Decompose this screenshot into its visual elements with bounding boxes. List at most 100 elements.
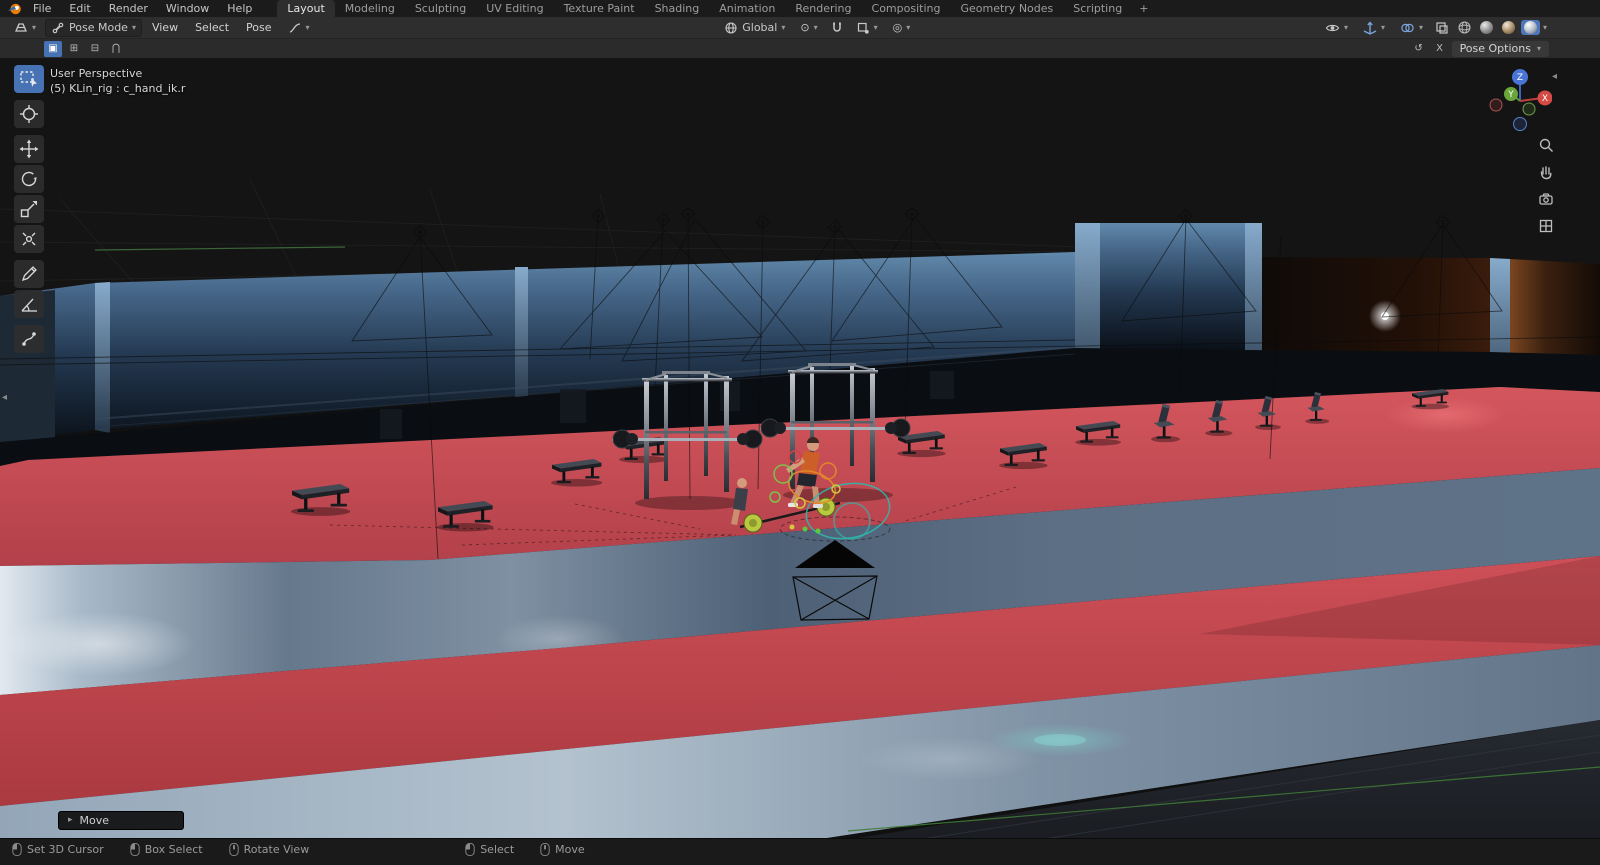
snap-target-dropdown[interactable]: ▾ bbox=[850, 19, 884, 37]
menu-pose[interactable]: Pose bbox=[239, 21, 278, 34]
pose-options-dropdown[interactable]: Pose Options ▾ bbox=[1451, 40, 1549, 57]
cursor-3d-icon bbox=[20, 105, 38, 123]
gizmo-toggle-icon bbox=[1363, 20, 1377, 35]
shading-wireframe-button[interactable] bbox=[1455, 20, 1474, 35]
grid-icon bbox=[1539, 219, 1553, 233]
menu-window[interactable]: Window bbox=[157, 0, 218, 17]
mirror-x-toggle[interactable]: X bbox=[1431, 41, 1449, 57]
shading-dropdown[interactable]: ▾ bbox=[1543, 23, 1547, 32]
tab-rendering[interactable]: Rendering bbox=[785, 0, 861, 17]
menu-view[interactable]: View bbox=[145, 21, 185, 34]
gizmos-dropdown[interactable]: ▾ bbox=[1357, 19, 1391, 37]
blender-logo-icon[interactable] bbox=[6, 1, 22, 16]
operator-panel[interactable]: ▸ Move bbox=[58, 811, 184, 830]
hand-icon bbox=[1540, 166, 1552, 180]
snap-target-icon bbox=[857, 22, 869, 34]
tool-select-box[interactable] bbox=[14, 65, 44, 93]
hint-select: Select bbox=[465, 843, 514, 856]
wireframe-sphere-icon bbox=[1458, 21, 1471, 34]
transform-icon bbox=[22, 232, 36, 246]
menu-file[interactable]: File bbox=[24, 0, 60, 17]
navigation-gizmo[interactable]: Z X Y bbox=[1488, 67, 1552, 131]
select-mode-intersect-button[interactable]: ⋂ bbox=[107, 41, 125, 57]
mouse-left-icon bbox=[465, 843, 475, 856]
tab-geometry-nodes[interactable]: Geometry Nodes bbox=[950, 0, 1063, 17]
menu-help[interactable]: Help bbox=[218, 0, 261, 17]
add-workspace-button[interactable]: + bbox=[1132, 0, 1155, 17]
viewport-nav-buttons bbox=[1536, 135, 1556, 236]
tab-sculpting[interactable]: Sculpting bbox=[405, 0, 476, 17]
select-mode-extend-button[interactable]: ⊞ bbox=[65, 41, 83, 57]
magnifier-icon bbox=[1539, 138, 1553, 152]
select-mode-set-button[interactable]: ▣ bbox=[44, 40, 62, 57]
chevron-down-icon: ▾ bbox=[32, 22, 37, 32]
tab-modeling[interactable]: Modeling bbox=[335, 0, 405, 17]
gizmo-x-label: X bbox=[1542, 94, 1548, 104]
tab-layout[interactable]: Layout bbox=[277, 0, 335, 17]
xray-toggle[interactable] bbox=[1432, 19, 1452, 37]
orientation-label: Global bbox=[742, 21, 778, 34]
viewport-info-text: User Perspective (5) KLin_rig : c_hand_i… bbox=[50, 66, 185, 96]
mode-dropdown[interactable]: Pose Mode ▾ bbox=[45, 18, 142, 37]
ortho-toggle-button[interactable] bbox=[1536, 216, 1556, 236]
falloff-dropdown[interactable]: ▾ bbox=[282, 19, 316, 37]
orientation-dropdown[interactable]: Global ▾ bbox=[718, 19, 791, 37]
pose-breakdowner-icon bbox=[22, 332, 36, 346]
operator-label: Move bbox=[79, 814, 110, 827]
sidebar-toggle-left[interactable]: ◂ bbox=[2, 393, 7, 403]
tool-rotate[interactable] bbox=[14, 165, 44, 193]
tool-annotate[interactable] bbox=[14, 260, 44, 288]
globe-icon bbox=[725, 21, 737, 34]
tab-scripting[interactable]: Scripting bbox=[1063, 0, 1132, 17]
visibility-dropdown[interactable]: ▾ bbox=[1319, 19, 1354, 37]
tool-measure[interactable] bbox=[14, 290, 44, 318]
select-mode-subtract-button[interactable]: ⊟ bbox=[86, 41, 104, 57]
zoom-button[interactable] bbox=[1536, 135, 1556, 155]
transform-mirror-icon[interactable]: ↺ bbox=[1410, 41, 1428, 57]
tab-shading[interactable]: Shading bbox=[645, 0, 710, 17]
pan-button[interactable] bbox=[1536, 162, 1556, 182]
pose-options-label: Pose Options bbox=[1459, 42, 1531, 55]
tool-transform[interactable] bbox=[14, 225, 44, 253]
annotate-pencil-icon bbox=[21, 266, 37, 282]
gizmo-z-label: Z bbox=[1517, 73, 1523, 83]
mouse-middle-icon bbox=[229, 843, 239, 856]
rotate-icon bbox=[21, 171, 37, 187]
proportional-edit-icon: ◎ bbox=[892, 21, 903, 34]
tool-pose-breakdowner[interactable] bbox=[14, 325, 44, 353]
camera-view-button[interactable] bbox=[1536, 189, 1556, 209]
snap-toggle[interactable] bbox=[827, 19, 847, 37]
measure-icon bbox=[21, 298, 37, 312]
menu-edit[interactable]: Edit bbox=[60, 0, 99, 17]
proportional-edit-dropdown[interactable]: ◎ ▾ bbox=[887, 19, 917, 37]
viewport-canvas[interactable] bbox=[0, 59, 1600, 838]
tab-texture-paint[interactable]: Texture Paint bbox=[554, 0, 645, 17]
chevron-down-icon: ▾ bbox=[906, 22, 911, 32]
tool-cursor[interactable] bbox=[14, 100, 44, 128]
shading-rendered-button[interactable] bbox=[1520, 20, 1540, 35]
gizmo-axis-y-neg bbox=[1522, 102, 1536, 116]
material-sphere-icon bbox=[1501, 21, 1515, 34]
chevron-down-icon: ▾ bbox=[781, 22, 786, 32]
pivot-point-icon: ⊙ bbox=[800, 21, 810, 34]
shading-material-button[interactable] bbox=[1499, 20, 1518, 35]
hint-label: Box Select bbox=[144, 843, 203, 856]
hint-label: Rotate View bbox=[243, 843, 310, 856]
tab-animation[interactable]: Animation bbox=[709, 0, 785, 17]
tab-uv-editing[interactable]: UV Editing bbox=[476, 0, 553, 17]
shading-solid-button[interactable] bbox=[1477, 20, 1496, 35]
gizmo-axis-z-neg bbox=[1513, 117, 1527, 131]
menu-select[interactable]: Select bbox=[188, 21, 236, 34]
tab-compositing[interactable]: Compositing bbox=[862, 0, 951, 17]
overlays-dropdown[interactable]: ▾ bbox=[1394, 19, 1429, 37]
editor-type-dropdown[interactable]: ▾ bbox=[8, 19, 42, 37]
sidebar-toggle-right[interactable]: ◂ bbox=[1552, 72, 1557, 82]
tool-move[interactable] bbox=[14, 135, 44, 163]
tool-scale[interactable] bbox=[14, 195, 44, 223]
overlays-icon bbox=[1401, 23, 1414, 32]
gizmo-y-label: Y bbox=[1507, 90, 1514, 100]
pivot-dropdown[interactable]: ⊙ ▾ bbox=[794, 19, 823, 37]
menu-render[interactable]: Render bbox=[100, 0, 157, 17]
viewport-editor-icon bbox=[15, 22, 27, 32]
hint-rotate-view: Rotate View bbox=[229, 843, 310, 856]
